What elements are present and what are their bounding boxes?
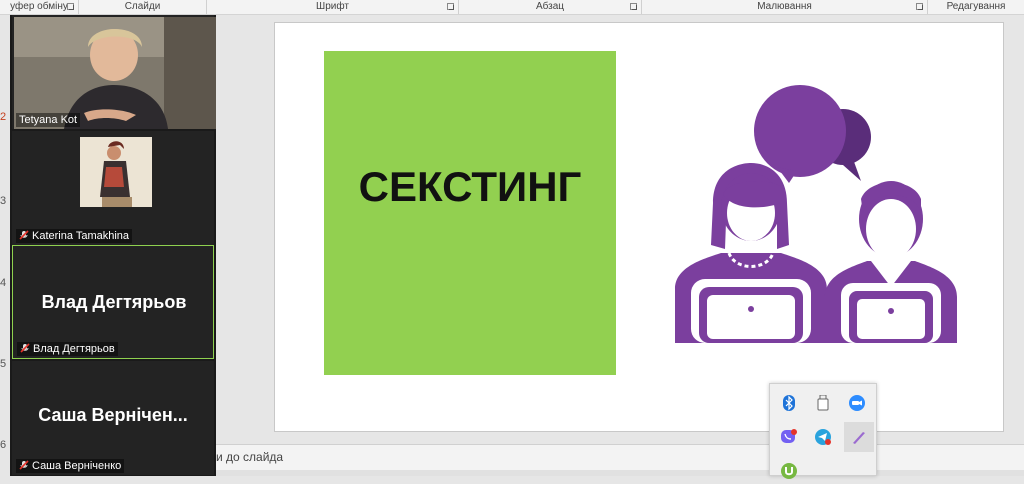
notes-pane[interactable]: и до слайда [216, 444, 1024, 471]
group-slides: Слайди [79, 0, 207, 14]
slide-number[interactable]: 4 [0, 277, 6, 289]
group-font: Шрифт [207, 0, 459, 14]
system-tray-overflow [769, 383, 877, 479]
telegram-icon[interactable] [810, 424, 836, 450]
participant-name: Katerina Tamakhina [32, 230, 130, 242]
font-dialog-launcher-icon[interactable] [447, 3, 454, 10]
muted-mic-icon [20, 343, 30, 353]
ribbon-group-labels: уфер обміну Слайди Шрифт Абзац Малювання… [0, 0, 1024, 15]
avatar-painting [80, 137, 152, 207]
man-figure [825, 181, 957, 343]
muted-mic-icon [19, 230, 29, 240]
participant-tile[interactable]: Katerina Tamakhina [12, 131, 214, 245]
participant-tile[interactable]: Tetyana Kot [12, 15, 216, 129]
participant-name-row: Влад Дегтярьов [17, 342, 118, 356]
group-drawing: Малювання [642, 0, 928, 14]
participant-tile-active-speaker[interactable]: Влад Дегтярьов Влад Дегтярьов [12, 245, 214, 359]
chatting-people-illustration [675, 85, 957, 343]
group-editing-label: Редагування [946, 1, 1006, 12]
group-paragraph: Абзац [459, 0, 642, 14]
participant-name-row: Саша Верніченко [16, 459, 125, 473]
group-clipboard-label: уфер обміну [10, 1, 68, 12]
group-drawing-label: Малювання [757, 1, 812, 12]
bluetooth-icon[interactable] [776, 390, 802, 416]
slide-number[interactable]: 3 [0, 195, 6, 207]
zoom-participants-panel[interactable]: Tetyana Kot Katerina Tamakhina Влад Дегт… [10, 15, 216, 476]
participant-name: Саша Верніченко [32, 460, 122, 472]
muted-mic-icon [19, 460, 29, 470]
paragraph-dialog-launcher-icon[interactable] [630, 3, 637, 10]
clipboard-dialog-launcher-icon[interactable] [67, 3, 74, 10]
slide-canvas[interactable]: СЕКСТИНГ [274, 22, 1004, 432]
drawing-dialog-launcher-icon[interactable] [916, 3, 923, 10]
group-editing: Редагування [928, 0, 1024, 14]
green-title-box [324, 51, 616, 375]
group-slides-label: Слайди [124, 1, 161, 12]
slide-title: СЕКСТИНГ [358, 163, 582, 210]
group-font-label: Шрифт [316, 1, 349, 12]
slide-number[interactable]: 5 [0, 358, 6, 370]
pen-icon[interactable] [844, 422, 874, 452]
woman-figure [675, 163, 827, 343]
front-speech-bubble [754, 85, 846, 177]
usb-drive-icon[interactable] [810, 390, 836, 416]
participant-name-row: Katerina Tamakhina [16, 229, 133, 243]
participant-avatar [80, 137, 152, 207]
participant-display-name: Саша Вернічен... [38, 405, 188, 425]
notes-placeholder[interactable]: и до слайда [216, 450, 283, 464]
status-bar [216, 470, 1024, 476]
participant-name: Tetyana Kot [16, 113, 81, 127]
slide-number[interactable]: 6 [0, 439, 6, 451]
participant-name: Влад Дегтярьов [33, 343, 115, 355]
utorrent-icon[interactable] [776, 458, 802, 484]
zoom-icon[interactable] [844, 390, 870, 416]
group-clipboard: уфер обміну [0, 0, 79, 14]
participant-tile[interactable]: Саша Вернічен... Саша Верніченко [12, 361, 214, 475]
viber-icon[interactable] [776, 424, 802, 450]
group-paragraph-label: Абзац [535, 1, 565, 12]
slide-number[interactable]: 2 [0, 111, 6, 123]
participant-display-name: Влад Дегтярьов [41, 292, 187, 312]
